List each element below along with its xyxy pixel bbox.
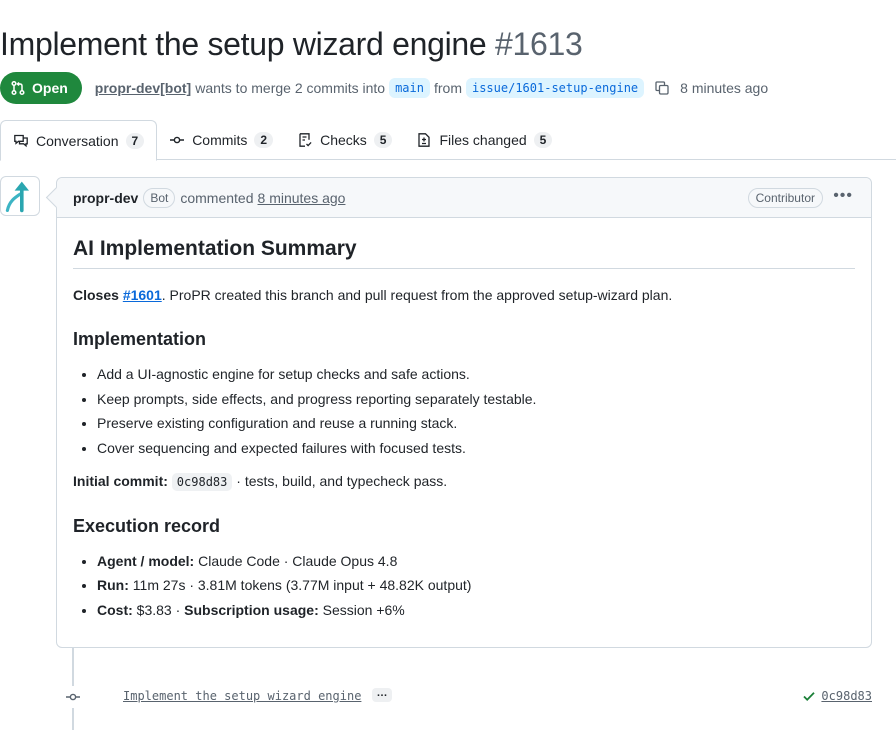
list-item: Keep prompts, side effects, and progress… xyxy=(97,389,855,410)
exec-label: Subscription usage: xyxy=(184,601,319,618)
initial-commit-paragraph: Initial commit: 0c98d83 · tests, build, … xyxy=(73,471,855,493)
initial-sha: 0c98d83 xyxy=(171,472,233,491)
commit-sha-link[interactable]: 0c98d83 xyxy=(821,689,872,703)
commit-icon xyxy=(170,136,185,144)
exec-value: $3.83 · xyxy=(136,601,185,618)
tab-commits-count: 2 xyxy=(254,132,274,148)
tab-checks-label: Checks xyxy=(320,132,367,148)
comment-card: propr-dev Bot commented 8 minutes ago Co… xyxy=(56,177,872,648)
tab-files-changed[interactable]: Files changed 5 xyxy=(404,120,564,160)
bot-label: Bot xyxy=(143,187,176,208)
pr-number: #1613 xyxy=(494,26,583,62)
list-item: Agent / model: Claude Code · Claude Opus… xyxy=(97,551,855,572)
copy-icon[interactable] xyxy=(654,80,670,96)
from-text: from xyxy=(433,80,462,96)
check-icon xyxy=(803,692,816,701)
tab-conversation-count: 7 xyxy=(125,132,145,149)
propr-logo-icon xyxy=(5,181,29,213)
tab-conversation-label: Conversation xyxy=(36,132,119,149)
file-diff-icon xyxy=(418,133,431,147)
comment-author[interactable]: propr-dev xyxy=(73,190,138,206)
expand-commit-button[interactable]: … xyxy=(372,688,392,702)
pr-meta: Open propr-dev[bot] wants to merge 2 com… xyxy=(0,72,768,104)
exec-label: Agent / model: xyxy=(97,552,195,569)
tab-files-label: Files changed xyxy=(439,132,527,148)
conversation-icon xyxy=(14,134,28,147)
pr-tabs: Conversation 7 Commits 2 Checks 5 Files … xyxy=(0,120,896,161)
tab-commits-label: Commits xyxy=(192,132,248,148)
pull-request-icon xyxy=(11,80,25,96)
initial-label: Initial commit: xyxy=(73,472,168,489)
tab-conversation[interactable]: Conversation 7 xyxy=(0,120,158,161)
kebab-menu-icon[interactable]: ••• xyxy=(833,187,853,205)
avatar[interactable] xyxy=(0,176,40,216)
execution-heading: Execution record xyxy=(73,515,221,536)
comment-action: commented xyxy=(180,189,254,206)
closes-paragraph: Closes #1601. ProPR created this branch … xyxy=(73,285,855,306)
summary-heading: AI Implementation Summary xyxy=(73,235,855,269)
exec-value: 11m 27s · 3.81M tokens (3.77M input + 48… xyxy=(132,577,472,593)
exec-label: Run: xyxy=(97,577,129,593)
pr-title-text: Implement the setup wizard engine xyxy=(0,26,487,62)
contributor-label: Contributor xyxy=(747,188,823,208)
execution-list: Agent / model: Claude Code · Claude Opus… xyxy=(73,551,855,621)
merge-text: wants to merge 2 commits into xyxy=(195,80,386,96)
list-item: Add a UI-agnostic engine for setup check… xyxy=(97,364,855,385)
commit-icon xyxy=(62,686,84,708)
initial-rest: · tests, build, and typecheck pass. xyxy=(236,472,448,489)
tab-files-count: 5 xyxy=(533,132,553,148)
list-item: Cover sequencing and expected failures w… xyxy=(97,438,855,459)
tab-checks-count: 5 xyxy=(373,132,393,148)
list-item: Cost: $3.83 · Subscription usage: Sessio… xyxy=(97,600,855,621)
closes-label: Closes xyxy=(73,287,119,303)
exec-value: Claude Code · Claude Opus 4.8 xyxy=(198,552,398,569)
checklist-icon xyxy=(299,133,312,147)
state-label: Open xyxy=(32,80,68,96)
commit-status: 0c98d83 xyxy=(801,688,872,704)
pr-header: Implement the setup wizard engine #1613 xyxy=(0,22,896,66)
comment-body: AI Implementation Summary Closes #1601. … xyxy=(57,218,871,640)
closes-rest: . ProPR created this branch and pull req… xyxy=(161,287,673,303)
pr-title: Implement the setup wizard engine #1613 xyxy=(0,22,896,66)
comment-header: propr-dev Bot commented 8 minutes ago Co… xyxy=(57,178,871,218)
timeline-commit-row: Implement the setup wizard engine … 0c98… xyxy=(56,682,872,710)
list-item: Preserve existing configuration and reus… xyxy=(97,413,855,434)
tab-commits[interactable]: Commits 2 xyxy=(157,120,285,160)
comment-time[interactable]: 8 minutes ago xyxy=(258,190,346,206)
implementation-list: Add a UI-agnostic engine for setup check… xyxy=(73,364,855,459)
issue-link[interactable]: #1601 xyxy=(123,287,162,303)
implementation-heading: Implementation xyxy=(73,329,207,349)
exec-label: Cost: xyxy=(97,601,133,618)
pr-author-link[interactable]: propr-dev[bot] xyxy=(95,80,191,96)
pr-time: 8 minutes ago xyxy=(680,80,769,96)
head-branch[interactable]: issue/1601-setup-engine xyxy=(465,78,645,98)
commit-message-link[interactable]: Implement the setup wizard engine xyxy=(123,689,361,703)
state-badge: Open xyxy=(0,72,82,104)
base-branch[interactable]: main xyxy=(389,78,430,98)
tab-checks[interactable]: Checks 5 xyxy=(285,120,404,160)
list-item: Run: 11m 27s · 3.81M tokens (3.77M input… xyxy=(97,575,855,596)
exec-value: Session +6% xyxy=(322,601,405,618)
